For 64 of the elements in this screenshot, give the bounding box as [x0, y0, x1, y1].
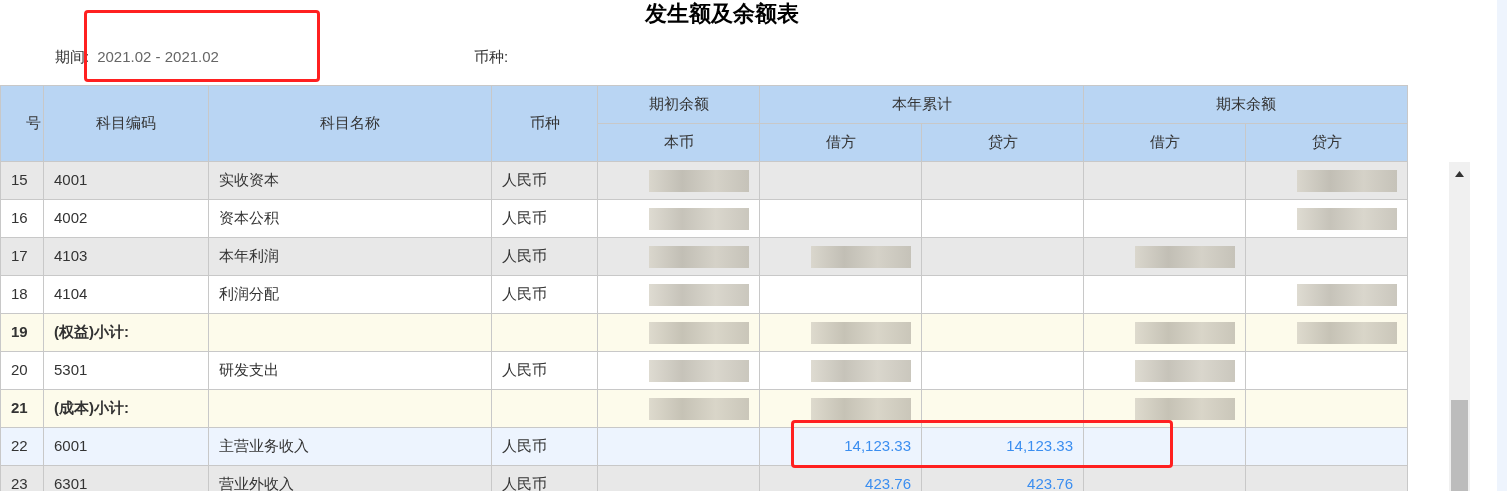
- table-cell: 人民币: [502, 209, 547, 227]
- currency-label: 币种:: [473, 47, 509, 68]
- column-header: 币种: [491, 85, 598, 162]
- table-cell: 15: [11, 171, 28, 189]
- scrollbar-thumb[interactable]: [1451, 400, 1468, 491]
- table-cell: 6001: [54, 437, 88, 455]
- table-cell: 研发支出: [219, 361, 279, 379]
- table-cell: 营业外收入: [219, 475, 294, 491]
- column-header: 借方: [1083, 123, 1246, 162]
- column-header: 贷方: [921, 123, 1084, 162]
- table-cell: 423.76: [865, 475, 911, 491]
- table-cell: 23: [11, 475, 28, 491]
- table-cell: 主营业务收入: [219, 437, 309, 455]
- table-cell: 21: [11, 399, 28, 417]
- table-cell: 人民币: [502, 361, 547, 379]
- column-header: 借方: [759, 123, 922, 162]
- period-label: 期间:: [55, 47, 90, 68]
- table-row[interactable]: 17 4103 本年利润 人民币: [0, 237, 1408, 276]
- table-row[interactable]: 23 6301 营业外收入 人民币 423.76 423.76: [0, 465, 1408, 491]
- table-cell: 14,123.33: [844, 437, 911, 455]
- table-cell: 人民币: [502, 475, 547, 491]
- table-cell: 人民币: [502, 437, 547, 455]
- column-header: 科目名称: [208, 85, 492, 162]
- table-cell: 人民币: [502, 171, 547, 189]
- column-group-header: 本年累计: [759, 85, 1084, 124]
- column-header: 贷方: [1245, 123, 1408, 162]
- table-cell: 18: [11, 285, 28, 303]
- table-cell: 人民币: [502, 285, 547, 303]
- table-cell: 423.76: [1027, 475, 1073, 491]
- table-cell: (权益)小计:: [54, 323, 129, 341]
- table-cell: (成本)小计:: [54, 399, 129, 417]
- table-cell: 实收资本: [219, 171, 279, 189]
- table-row[interactable]: 16 4002 资本公积 人民币: [0, 199, 1408, 238]
- table-cell: 20: [11, 361, 28, 379]
- table-cell: 4103: [54, 247, 88, 265]
- table-cell: 5301: [54, 361, 88, 379]
- table-row[interactable]: 21 (成本)小计:: [0, 389, 1408, 428]
- table-row[interactable]: 19 (权益)小计:: [0, 313, 1408, 352]
- table-cell: 6301: [54, 475, 88, 491]
- scrollbar[interactable]: [1449, 162, 1470, 491]
- table-cell: 17: [11, 247, 28, 265]
- column-header: 科目编码: [43, 85, 209, 162]
- table-cell: 22: [11, 437, 28, 455]
- table-cell: 本年利润: [219, 247, 279, 265]
- table-cell: 4002: [54, 209, 88, 227]
- scroll-up-arrow-icon[interactable]: [1455, 171, 1464, 177]
- table-cell: 19: [11, 323, 28, 341]
- report-title: 发生额及余额表: [644, 0, 799, 28]
- table-cell: 16: [11, 209, 28, 227]
- column-header: 本币: [597, 123, 760, 162]
- table-row[interactable]: 20 5301 研发支出 人民币: [0, 351, 1408, 390]
- column-header: 号: [0, 85, 44, 162]
- column-group-header: 期初余额: [597, 85, 760, 124]
- period-value: 2021.02 - 2021.02: [97, 47, 219, 68]
- table-row[interactable]: 15 4001 实收资本 人民币: [0, 161, 1408, 200]
- table-row[interactable]: 18 4104 利润分配 人民币: [0, 275, 1408, 314]
- column-group-header: 期末余额: [1083, 85, 1408, 124]
- table-cell: 资本公积: [219, 209, 279, 227]
- table-cell: 利润分配: [219, 285, 279, 303]
- table-cell: 4104: [54, 285, 88, 303]
- table-cell: 14,123.33: [1006, 437, 1073, 455]
- table-cell: 4001: [54, 171, 88, 189]
- table-row[interactable]: 22 6001 主营业务收入 人民币 14,123.33 14,123.33: [0, 427, 1408, 466]
- table-cell: 人民币: [502, 247, 547, 265]
